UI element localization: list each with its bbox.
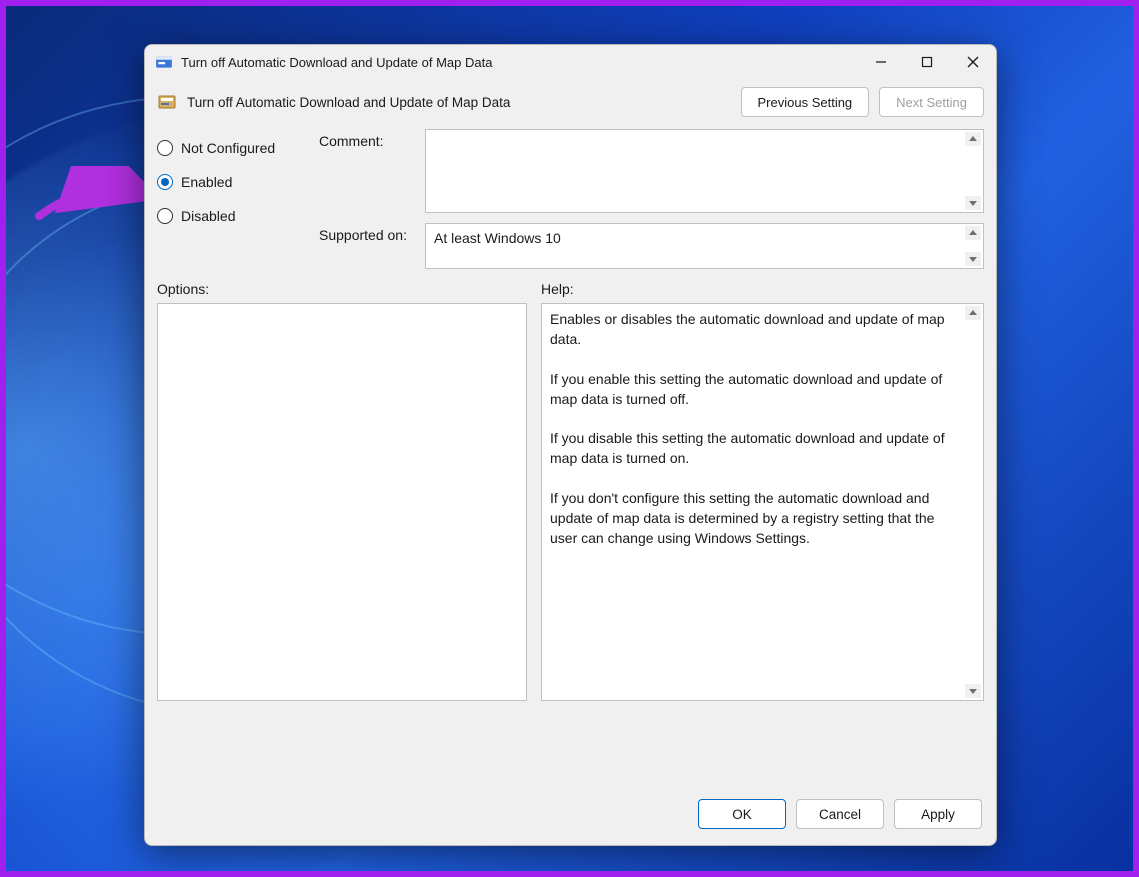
scroll-up-icon[interactable]	[965, 306, 981, 320]
policy-dialog: Turn off Automatic Download and Update o…	[144, 44, 997, 846]
options-label: Options:	[157, 281, 527, 297]
close-button[interactable]	[950, 45, 996, 79]
radio-enabled[interactable]: Enabled	[157, 165, 307, 199]
supported-scroll	[965, 224, 981, 268]
help-scroll	[965, 304, 981, 700]
comment-input[interactable]	[425, 129, 984, 213]
help-pane: Enables or disables the automatic downlo…	[541, 303, 984, 701]
maximize-button[interactable]	[904, 45, 950, 79]
ok-button[interactable]: OK	[698, 799, 786, 829]
dialog-footer: OK Cancel Apply	[145, 783, 996, 845]
comment-label: Comment:	[319, 129, 415, 213]
help-text-p2: If you enable this setting the automatic…	[550, 370, 961, 410]
supported-on-value: At least Windows 10	[434, 230, 561, 246]
comment-scroll	[965, 130, 981, 212]
minimize-button[interactable]	[858, 45, 904, 79]
help-text-p4: If you don't configure this setting the …	[550, 489, 961, 549]
scroll-down-icon[interactable]	[965, 252, 981, 266]
next-setting-button[interactable]: Next Setting	[879, 87, 984, 117]
radio-icon	[157, 140, 173, 156]
header-row: Turn off Automatic Download and Update o…	[145, 79, 996, 129]
radio-disabled[interactable]: Disabled	[157, 199, 307, 233]
titlebar: Turn off Automatic Download and Update o…	[145, 45, 996, 79]
radio-label: Disabled	[181, 208, 235, 224]
radio-not-configured[interactable]: Not Configured	[157, 131, 307, 165]
options-pane	[157, 303, 527, 701]
help-label: Help:	[541, 281, 984, 297]
radio-label: Not Configured	[181, 140, 275, 156]
policy-header-icon	[157, 92, 177, 112]
policy-name: Turn off Automatic Download and Update o…	[187, 95, 731, 110]
supported-on-label: Supported on:	[319, 223, 415, 269]
scroll-up-icon[interactable]	[965, 132, 981, 146]
radio-icon	[157, 208, 173, 224]
scroll-down-icon[interactable]	[965, 196, 981, 210]
apply-button[interactable]: Apply	[894, 799, 982, 829]
window-title: Turn off Automatic Download and Update o…	[181, 55, 858, 70]
cancel-button[interactable]: Cancel	[796, 799, 884, 829]
supported-on-box: At least Windows 10	[425, 223, 984, 269]
scroll-up-icon[interactable]	[965, 226, 981, 240]
help-text-p3: If you disable this setting the automati…	[550, 429, 961, 469]
scroll-down-icon[interactable]	[965, 684, 981, 698]
policy-icon	[155, 53, 173, 71]
previous-setting-button[interactable]: Previous Setting	[741, 87, 870, 117]
help-text-p1: Enables or disables the automatic downlo…	[550, 310, 961, 350]
radio-label: Enabled	[181, 174, 232, 190]
state-radio-group: Not Configured Enabled Disabled	[157, 129, 307, 269]
radio-icon	[157, 174, 173, 190]
desktop-wallpaper: Turn off Automatic Download and Update o…	[0, 0, 1139, 877]
